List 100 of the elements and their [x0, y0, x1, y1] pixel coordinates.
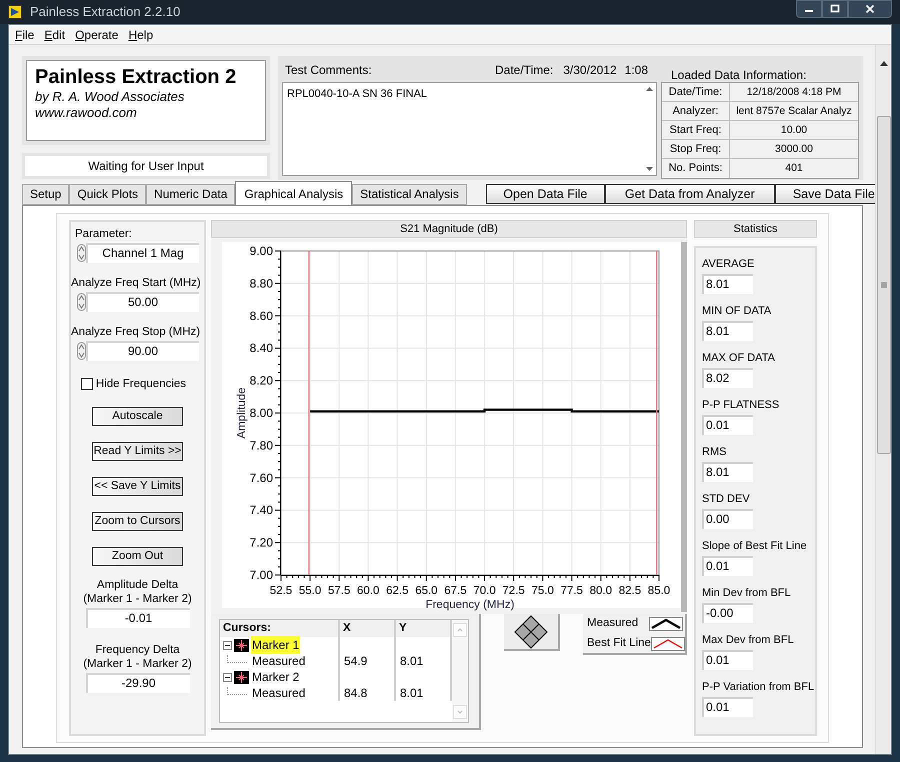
info-value: 3000.00	[774, 142, 814, 157]
tab[interactable]: Setup	[22, 184, 70, 205]
status-message: Waiting for User Input	[25, 156, 267, 176]
numeric-field[interactable]: Channel 1 Mag	[86, 243, 198, 263]
x-tick-label: 80.0	[590, 585, 612, 597]
app-icon	[8, 5, 22, 19]
statistic-value: 0.01	[702, 697, 753, 717]
tree-connector	[227, 687, 247, 695]
close-button[interactable]	[848, 0, 892, 18]
delta-label: (Marker 1 - Marker 2)	[83, 592, 192, 606]
collapse-icon[interactable]	[223, 640, 232, 650]
scroll-up-icon[interactable]	[646, 87, 652, 91]
x-tick-label: 57.5	[328, 585, 350, 597]
y-tick-label: 8.20	[250, 374, 273, 388]
info-value: 10.00	[780, 123, 808, 138]
scroll-down-icon[interactable]	[646, 167, 652, 171]
menu-item[interactable]: Edit	[44, 26, 66, 44]
info-value: 401	[784, 161, 804, 176]
collapse-icon[interactable]	[223, 672, 232, 682]
y-tick-label: 7.60	[250, 470, 273, 485]
info-label: Analyzer:	[662, 102, 730, 120]
marker-item[interactable]: Marker 1	[251, 636, 300, 654]
maximize-button[interactable]	[822, 0, 848, 18]
statistic-label: MIN OF DATA	[702, 304, 772, 318]
y-tick-label: 8.80	[250, 276, 273, 290]
datetime-label: Date/Time:	[495, 62, 554, 79]
delta-label: Amplitude Delta	[96, 578, 178, 592]
action-button[interactable]: Save Data File	[774, 184, 875, 204]
tab[interactable]: Graphical Analysis	[235, 181, 352, 205]
command-button[interactable]: Zoom to Cursors	[92, 512, 183, 531]
x-tick-label: 82.5	[618, 585, 642, 597]
statistic-label: RMS	[702, 445, 728, 459]
menu-item[interactable]: File	[15, 26, 34, 44]
scroll-up-icon[interactable]	[880, 61, 888, 66]
statistic-label: P-P Variation from BFL	[702, 680, 815, 694]
numeric-field[interactable]: 90.00	[86, 341, 198, 361]
cursor-move-button[interactable]	[504, 614, 560, 651]
statistic-label: STD DEV	[702, 492, 751, 506]
x-tick-label: 55.0	[298, 585, 322, 597]
tree-item[interactable]: Measured	[252, 684, 306, 702]
y-tick-label: 9.00	[250, 244, 273, 258]
x-tick-label: 52.5	[270, 585, 292, 597]
statistic-label: Slope of Best Fit Line	[702, 539, 808, 553]
minimize-button[interactable]	[796, 0, 822, 18]
section-title: Loaded Data Information:	[670, 67, 808, 82]
maximize-icon	[830, 4, 840, 14]
y-tick-label: 7.40	[250, 503, 273, 518]
window-title: Painless Extraction 2.2.10	[30, 3, 182, 22]
command-button[interactable]: Autoscale	[92, 407, 183, 426]
chart-title: S21 Magnitude (dB)	[211, 220, 687, 238]
tree-item[interactable]: Measured	[252, 652, 306, 670]
spin-button[interactable]	[76, 244, 86, 262]
info-label: Date/Time:	[662, 83, 730, 101]
x-tick-label: 60.0	[357, 585, 380, 597]
checkbox-label: Hide Frequencies	[96, 377, 186, 391]
statistic-value: 8.02	[702, 368, 753, 388]
statistic-label: MAX OF DATA	[702, 351, 776, 365]
comments-label: Test Comments:	[285, 62, 373, 79]
info-label: Stop Freq:	[662, 140, 730, 158]
website: www.rawood.com	[35, 105, 138, 121]
scrollbar-thumb[interactable]	[876, 116, 890, 454]
numeric-field[interactable]: 50.00	[86, 292, 198, 312]
command-button[interactable]: Read Y Limits >>	[92, 442, 183, 461]
y-tick-label: 8.40	[250, 341, 273, 356]
x-tick-label: 70.0	[473, 585, 496, 597]
menu-item[interactable]: Operate	[75, 26, 118, 44]
tab[interactable]: Statistical Analysis	[352, 184, 467, 205]
datetime-value: 3/30/2012	[563, 62, 617, 79]
command-button[interactable]: Zoom Out	[92, 547, 183, 566]
tree-connector	[227, 655, 247, 663]
action-button[interactable]: Get Data from Analyzer	[604, 184, 775, 204]
delta-label: Frequency Delta	[95, 643, 180, 657]
menu-item[interactable]: Help	[128, 26, 154, 44]
tab[interactable]: Numeric Data	[146, 184, 236, 205]
section-title: Statistics	[694, 220, 817, 238]
tab[interactable]: Quick Plots	[69, 184, 146, 205]
grip-icon	[880, 282, 886, 288]
axis-title: Frequency (MHz)	[426, 599, 514, 611]
marker-item[interactable]: Marker 2	[251, 668, 300, 686]
statistic-value: 0.01	[702, 650, 753, 670]
legend-label: Measured	[587, 616, 640, 632]
axis-title: Amplitude	[236, 387, 248, 439]
checkbox[interactable]	[80, 378, 93, 390]
readout-field: -29.90	[86, 673, 190, 693]
command-button[interactable]: << Save Y Limits	[92, 477, 183, 496]
spin-button[interactable]	[76, 342, 86, 360]
statistic-value: 8.01	[702, 321, 753, 341]
x-tick-label: 72.5	[502, 585, 525, 597]
action-button[interactable]: Open Data File	[486, 184, 605, 204]
statistic-label: AVERAGE	[702, 257, 756, 271]
y-tick-label: 7.00	[250, 568, 273, 582]
field-label: Analyze Freq Stop (MHz)	[70, 325, 200, 339]
comments-field[interactable]: RPL0040-10-A SN 36 FINAL	[282, 82, 657, 176]
statistic-value: 0.01	[702, 415, 753, 435]
x-tick-label: 77.5	[560, 585, 583, 597]
cursor-marker-icon	[234, 670, 249, 684]
field-label: Analyze Freq Start (MHz)	[70, 276, 201, 290]
spin-button[interactable]	[76, 293, 86, 311]
close-icon	[865, 4, 875, 14]
info-label: No. Points:	[662, 159, 730, 178]
